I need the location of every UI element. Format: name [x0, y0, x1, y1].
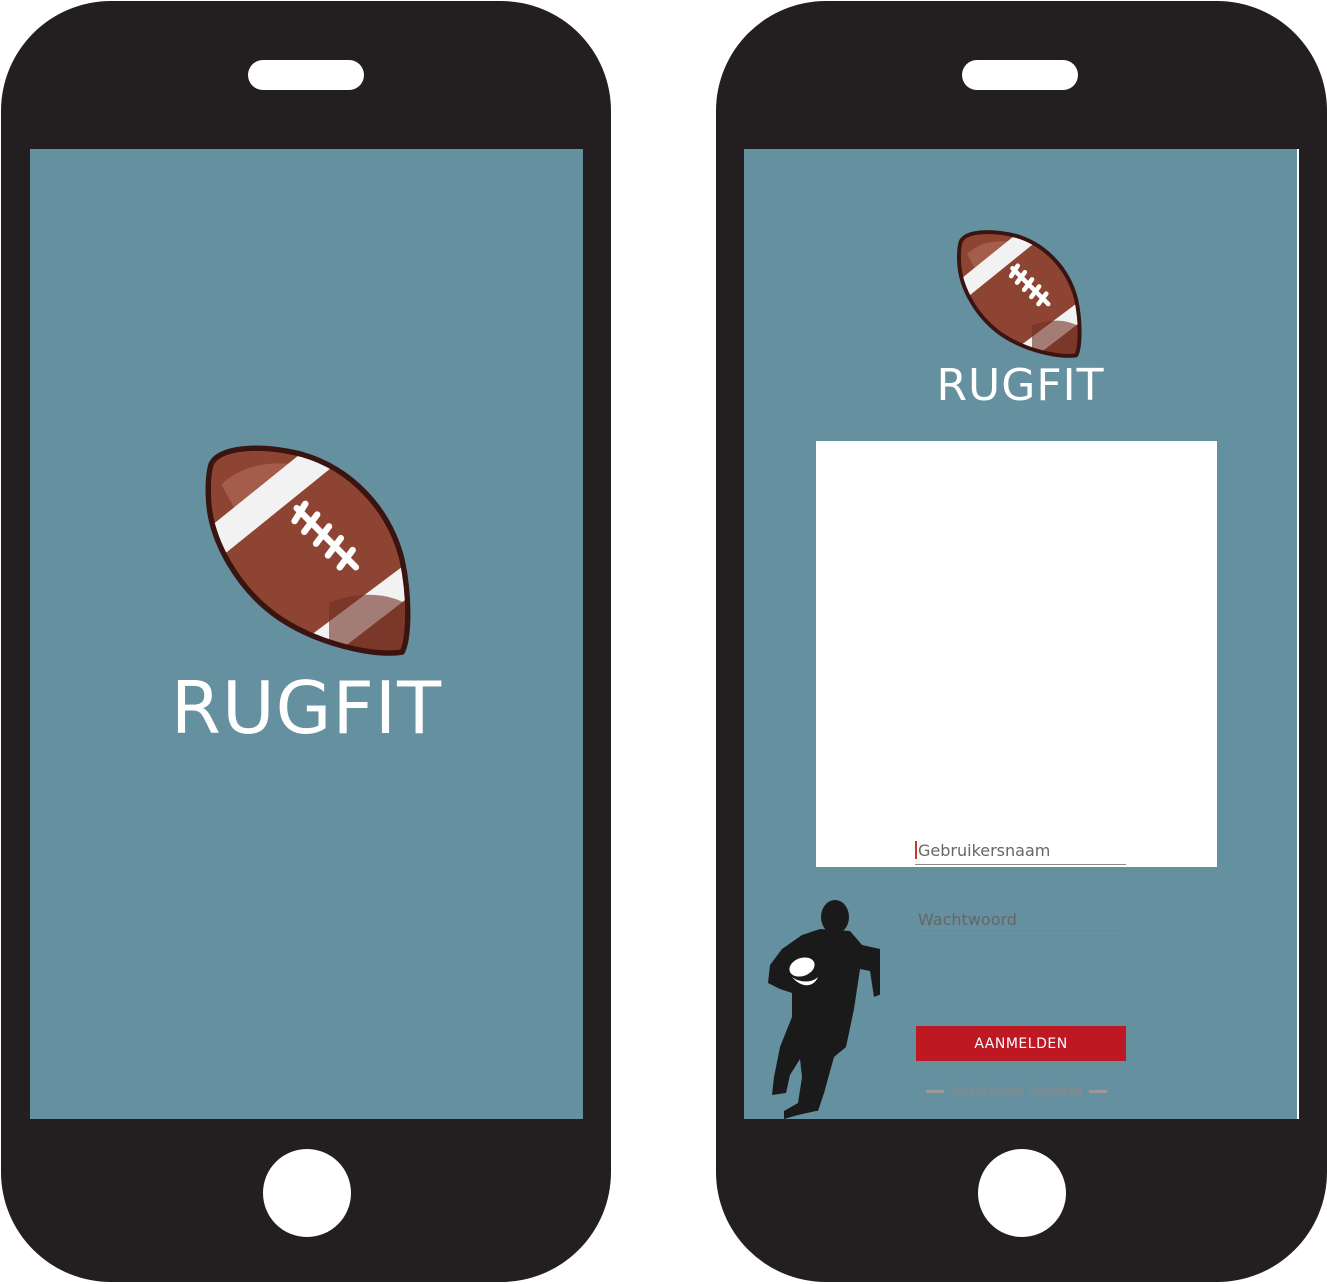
phone-frame-splash: RUGFIT	[1, 1, 611, 1282]
splash-app-title: RUGFIT	[170, 666, 443, 750]
username-field[interactable]	[915, 838, 1129, 865]
phone-speaker	[248, 60, 364, 90]
login-form: AANMELDEN Wachtwoord Vergeten	[816, 441, 1217, 1098]
home-button[interactable]	[263, 1149, 351, 1237]
rugby-player-silhouette	[768, 900, 880, 1119]
phone-speaker	[962, 60, 1078, 90]
login-button[interactable]: AANMELDEN	[916, 1026, 1126, 1061]
login-screen: RUGFIT AANMELDEN Wachtwoord Vergeten	[744, 149, 1299, 1119]
password-field[interactable]	[915, 907, 1129, 934]
forgot-password-link[interactable]: Wachtwoord Vergeten	[950, 1084, 1082, 1098]
password-input[interactable]	[915, 907, 1129, 931]
rugby-ball-icon	[956, 230, 1082, 358]
divider-dash	[926, 1089, 945, 1093]
phone-frame-login: RUGFIT AANMELDEN Wachtwoord Vergeten	[716, 1, 1327, 1282]
divider-dash	[1088, 1089, 1107, 1093]
home-button[interactable]	[978, 1149, 1066, 1237]
rugby-ball-icon	[205, 445, 411, 656]
login-app-title: RUGFIT	[936, 360, 1105, 411]
splash-screen: RUGFIT	[30, 149, 583, 1119]
username-input[interactable]	[915, 838, 1129, 862]
